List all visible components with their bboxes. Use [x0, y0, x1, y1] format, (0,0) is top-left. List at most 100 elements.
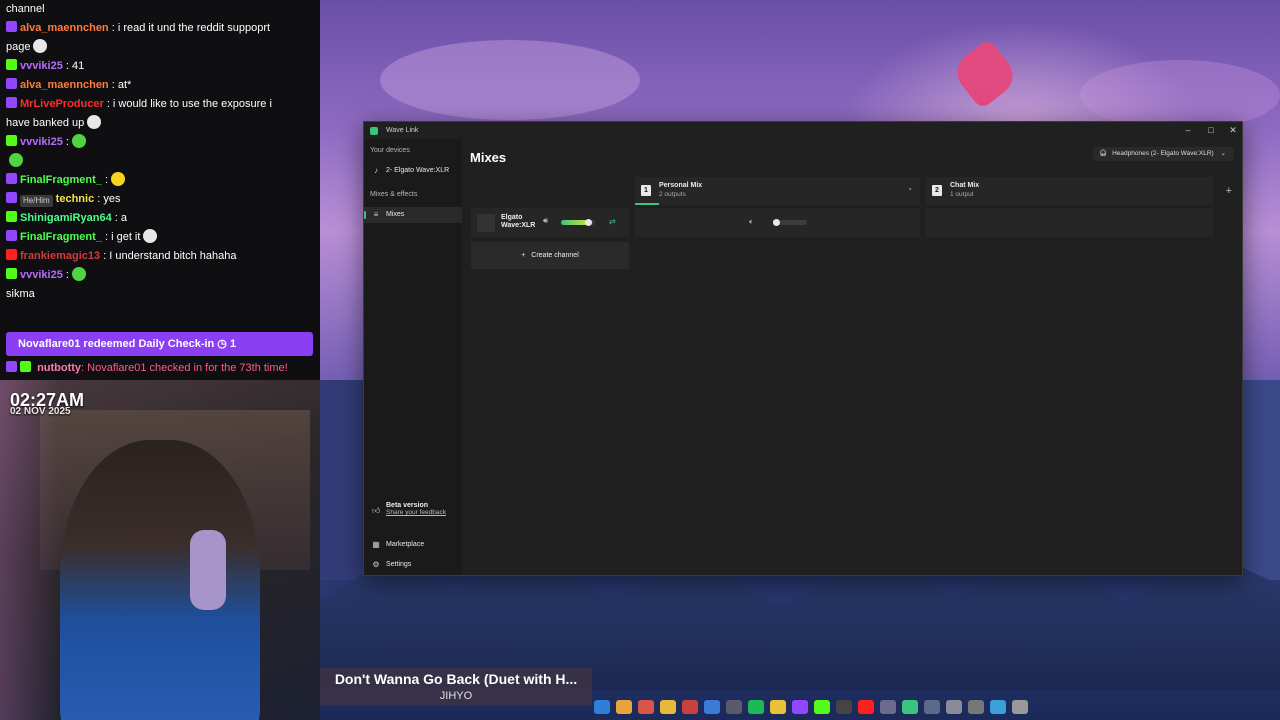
chevron-down-icon: ⌄: [1220, 150, 1226, 157]
chat-user[interactable]: frankiemagic13: [20, 250, 100, 262]
microphone-icon: ♪: [374, 166, 378, 175]
wave-link-window: Wave Link – □ ✕ Your devices ♪ 2- Elgato…: [363, 121, 1243, 576]
app-icon[interactable]: [682, 700, 698, 714]
youtube-icon[interactable]: [858, 700, 874, 714]
chat-user[interactable]: technic: [56, 193, 95, 205]
channel-elgato-wave-xlr: Elgato Wave:XLR 🔊︎ ⇄: [471, 208, 629, 237]
spotify-icon[interactable]: [748, 700, 764, 714]
fader-knob[interactable]: [773, 219, 781, 226]
start-icon[interactable]: [594, 700, 610, 714]
ear-icon[interactable]: ◔: [907, 185, 912, 194]
mix-name: Personal Mix: [659, 182, 703, 189]
output-device-select[interactable]: 🎧︎ Headphones (2- Elgato Wave:XLR) ⌄: [1093, 147, 1234, 161]
notes-icon[interactable]: [770, 700, 786, 714]
app-icon[interactable]: [726, 700, 742, 714]
mix-header-personal[interactable]: 1 Personal Mix 2 outputs ◔: [635, 177, 920, 205]
chat-text: : i would like to use the exposure i: [106, 98, 272, 110]
app-icon[interactable]: [924, 700, 940, 714]
chat-line: page: [6, 38, 314, 57]
list-icon: ≡: [373, 210, 379, 219]
streamer: [60, 440, 260, 720]
chat-line-bot: nutbotty: Novaflare01 checked in for the…: [6, 359, 288, 378]
mix-volume-slider[interactable]: [773, 219, 807, 226]
chat-user[interactable]: vvviki25: [20, 136, 63, 148]
song-title: Don't Wanna Go Back (Duet with H...: [334, 671, 578, 687]
minimize-button[interactable]: –: [1182, 125, 1194, 135]
mixes-label: Mixes: [386, 211, 405, 218]
marketplace-icon: ▦: [372, 540, 380, 549]
speaker-icon[interactable]: 🔈︎: [749, 217, 754, 227]
speaker-icon[interactable]: 🔊︎: [543, 216, 548, 226]
chat-text: : at*: [111, 79, 132, 91]
chat-text: : I understand bitch hahaha: [103, 250, 237, 262]
chat-user[interactable]: FinalFragment_: [20, 174, 102, 186]
feedback-link[interactable]: Share your feedback: [386, 509, 446, 516]
chat-user[interactable]: alva_maennchen: [20, 79, 109, 91]
active-mix-indicator: [635, 203, 659, 205]
channel-name: Elgato Wave:XLR: [501, 214, 536, 229]
now-playing: Don't Wanna Go Back (Duet with H... JIHY…: [320, 668, 592, 706]
chat-line: vvviki25 : 41: [6, 57, 314, 76]
mix-header-chat[interactable]: 2 Chat Mix 1 output: [926, 177, 1213, 205]
channel-volume-slider[interactable]: [561, 219, 595, 226]
twitch-badge-icon: [6, 78, 17, 89]
sidebar-item-settings[interactable]: ⚙ Settings: [364, 557, 462, 573]
window-title: Wave Link: [386, 127, 419, 134]
microphone: [190, 530, 226, 610]
app-icon[interactable]: [880, 700, 896, 714]
kick-badge-icon: [6, 135, 17, 146]
chat-line: vvviki25 :: [6, 266, 314, 285]
thumbs-up-icon: 👍︎: [372, 506, 381, 515]
app-icon[interactable]: [704, 700, 720, 714]
chat-user[interactable]: ShinigamiRyan64: [20, 212, 112, 224]
app-icon[interactable]: [836, 700, 852, 714]
twitch-badge-icon: [6, 192, 17, 203]
emote-icon: [9, 153, 23, 167]
chrome-icon[interactable]: [616, 700, 632, 714]
chat-line: He/Him technic : yes: [6, 190, 314, 209]
chat-text: page: [6, 41, 31, 53]
add-mix-button[interactable]: +: [1226, 185, 1232, 197]
chat-user[interactable]: vvviki25: [20, 269, 63, 281]
chat-line: FinalFragment_ :: [6, 171, 314, 190]
webcam-feed: 02:27AM 02 NOV 2025: [0, 380, 320, 720]
chat-text: : i get it: [104, 231, 141, 243]
chat-user[interactable]: FinalFragment_: [20, 231, 102, 243]
fader-knob[interactable]: [585, 219, 593, 226]
chat-line: channel: [6, 0, 314, 19]
chat-text: have banked up: [6, 117, 85, 129]
maximize-button[interactable]: □: [1205, 125, 1217, 135]
browser-icon[interactable]: [638, 700, 654, 714]
headphones-icon: 🎧︎: [1099, 150, 1108, 157]
sidebar-item-marketplace[interactable]: ▦ Marketplace: [364, 537, 462, 553]
taskbar: [594, 700, 1028, 716]
main-panel: Mixes 🎧︎ Headphones (2- Elgato Wave:XLR)…: [462, 139, 1242, 575]
app-icon[interactable]: [1012, 700, 1028, 714]
chat-user[interactable]: MrLiveProducer: [20, 98, 104, 110]
sidebar-item-device[interactable]: ♪ 2- Elgato Wave:XLR: [364, 163, 462, 179]
chat-text: :: [104, 174, 109, 186]
gear-icon[interactable]: [946, 700, 962, 714]
wave-link-logo-icon: [370, 126, 378, 135]
kick-badge-icon: [6, 59, 17, 70]
app-icon[interactable]: [968, 700, 984, 714]
stream-chat: channel alva_maennchen : i read it und th…: [0, 0, 320, 380]
chat-user[interactable]: alva_maennchen: [20, 22, 109, 34]
wave-link-icon[interactable]: [902, 700, 918, 714]
pronoun-badge: He/Him: [20, 195, 53, 207]
app-icon[interactable]: [990, 700, 1006, 714]
chat-user[interactable]: vvviki25: [20, 60, 63, 72]
close-button[interactable]: ✕: [1227, 125, 1239, 136]
redeem-banner: Novaflare01 redeemed Daily Check-in ◷ 1: [6, 332, 313, 356]
emote-icon: [71, 134, 86, 148]
folder-icon[interactable]: [660, 700, 676, 714]
link-arrow-icon[interactable]: ⇄: [609, 217, 616, 226]
twitch-icon[interactable]: [792, 700, 808, 714]
create-channel-button[interactable]: + Create channel: [471, 242, 629, 269]
sidebar-item-mixes[interactable]: ≡ Mixes: [364, 207, 462, 223]
twitch-badge-icon: [6, 173, 17, 184]
settings-label: Settings: [386, 561, 412, 568]
kick-icon[interactable]: [814, 700, 830, 714]
youtube-badge-icon: [6, 249, 17, 260]
clock-date: 02 NOV 2025: [10, 406, 71, 417]
